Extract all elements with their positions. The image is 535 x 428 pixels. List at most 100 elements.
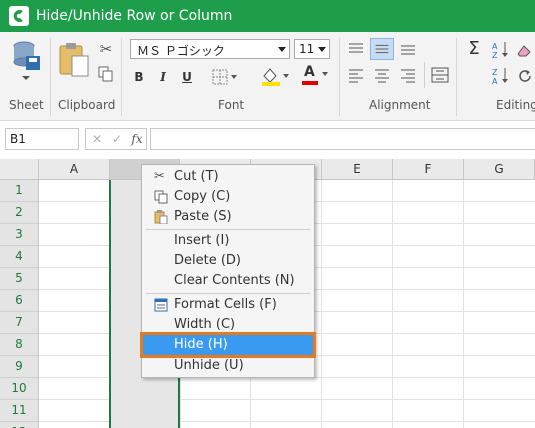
- row-header[interactable]: 7: [0, 312, 39, 334]
- formula-buttons: ✕ ✓ fx: [85, 128, 147, 150]
- align-center-icon[interactable]: [372, 66, 392, 84]
- menu-item-label: Delete (D): [174, 253, 241, 268]
- divider: [424, 62, 425, 88]
- menu-separator: [146, 229, 310, 230]
- align-bottom-icon[interactable]: [398, 40, 418, 58]
- svg-text:Z: Z: [492, 51, 498, 60]
- chevron-down-icon: [318, 47, 326, 52]
- name-box[interactable]: B1: [5, 128, 79, 150]
- row-header[interactable]: 8: [0, 334, 39, 356]
- grid-line: [463, 180, 464, 428]
- row-header[interactable]: 9: [0, 356, 39, 378]
- fill-color-icon[interactable]: [260, 66, 290, 86]
- autosum-button[interactable]: Σ: [464, 38, 484, 60]
- column-header-f[interactable]: F: [393, 159, 464, 180]
- divider: [50, 38, 51, 116]
- cell-reference: B1: [10, 132, 26, 146]
- underline-button[interactable]: U: [176, 66, 198, 88]
- menu-item-unhide[interactable]: Unhide (U): [143, 356, 313, 376]
- column-header-a[interactable]: A: [39, 159, 110, 180]
- row-header[interactable]: 3: [0, 224, 39, 246]
- svg-text:A: A: [492, 77, 498, 86]
- menu-item-label: Clear Contents (N): [174, 273, 295, 288]
- align-right-icon[interactable]: [398, 66, 418, 84]
- menu-item-label: Copy (C): [174, 189, 231, 204]
- row-header[interactable]: 1: [0, 180, 39, 202]
- refresh-icon[interactable]: [517, 68, 533, 84]
- font-name-select[interactable]: ＭＳ Ｐゴシック: [130, 39, 290, 59]
- paste-icon[interactable]: [58, 42, 90, 78]
- menu-item-hide[interactable]: Hide (H): [140, 332, 316, 358]
- copy-icon[interactable]: [98, 66, 114, 82]
- svg-text:Z: Z: [492, 68, 498, 77]
- menu-item-paste[interactable]: Paste (S): [143, 207, 313, 227]
- font-color-swatch: [302, 81, 318, 85]
- font-name-value: ＭＳ Ｐゴシック: [137, 44, 225, 58]
- column-header-g[interactable]: G: [464, 159, 535, 180]
- align-middle-icon[interactable]: [370, 38, 394, 60]
- menu-item-width[interactable]: Width (C): [143, 315, 313, 335]
- column-header-e[interactable]: E: [322, 159, 393, 180]
- copy-icon: [154, 190, 168, 204]
- chevron-down-icon: [278, 47, 286, 52]
- font-size-value: 11: [299, 42, 315, 56]
- menu-item-delete[interactable]: Delete (D): [143, 251, 313, 271]
- menu-item-label: Hide (H): [174, 337, 228, 352]
- group-label-clipboard: Clipboard: [58, 98, 116, 112]
- align-top-icon[interactable]: [346, 40, 366, 58]
- function-icon[interactable]: fx: [127, 129, 147, 149]
- window-title: Hide/Unhide Row or Column: [36, 8, 233, 24]
- menu-separator: [146, 293, 310, 294]
- row-header[interactable]: 10: [0, 378, 39, 400]
- menu-item-label: Paste (S): [174, 209, 232, 224]
- svg-text:A: A: [492, 42, 498, 51]
- group-label-sheet: Sheet: [9, 98, 44, 112]
- row-header[interactable]: 6: [0, 290, 39, 312]
- menu-item-insert[interactable]: Insert (I): [143, 231, 313, 251]
- menu-item-clear-contents[interactable]: Clear Contents (N): [143, 271, 313, 291]
- wrap-text-icon[interactable]: [430, 66, 450, 84]
- menu-item-copy[interactable]: Copy (C): [143, 187, 313, 207]
- formula-input[interactable]: [150, 128, 535, 150]
- group-label-editing: Editing: [496, 98, 535, 112]
- sort-desc-icon[interactable]: Z A: [490, 66, 510, 86]
- sheet-icon[interactable]: [10, 40, 42, 82]
- row-header[interactable]: 2: [0, 202, 39, 224]
- font-color-button[interactable]: A: [300, 64, 330, 86]
- border-icon[interactable]: [212, 69, 238, 85]
- grid-line: [321, 180, 322, 428]
- row-header[interactable]: 12: [0, 422, 39, 428]
- menu-item-label: Unhide (U): [174, 358, 244, 373]
- confirm-icon[interactable]: ✓: [107, 129, 127, 149]
- menu-item-label: Width (C): [174, 317, 236, 332]
- cut-icon[interactable]: ✂: [97, 40, 115, 58]
- row-header[interactable]: 11: [0, 400, 39, 422]
- divider: [339, 38, 340, 116]
- sort-icon[interactable]: A Z: [490, 40, 510, 60]
- menu-item-label: Cut (T): [174, 169, 219, 184]
- bold-button[interactable]: B: [128, 66, 150, 88]
- italic-button[interactable]: I: [152, 66, 174, 88]
- divider: [121, 38, 122, 116]
- grid-line: [392, 180, 393, 428]
- format-cells-icon: [154, 298, 168, 312]
- font-size-select[interactable]: 11: [294, 39, 330, 59]
- menu-item-format-cells[interactable]: Format Cells (F): [143, 295, 313, 315]
- select-all-corner[interactable]: [0, 159, 39, 180]
- title-bar: Hide/Unhide Row or Column: [0, 0, 535, 32]
- menu-item-label: Format Cells (F): [174, 297, 277, 312]
- clear-icon[interactable]: [516, 44, 532, 58]
- font-color-glyph: A: [304, 64, 315, 80]
- row-header[interactable]: 5: [0, 268, 39, 290]
- scissors-icon: ✂: [154, 169, 165, 184]
- cancel-icon[interactable]: ✕: [87, 129, 107, 149]
- menu-item-label: Insert (I): [174, 233, 230, 248]
- clipboard-icon: [154, 210, 168, 224]
- align-left-icon[interactable]: [346, 66, 366, 84]
- ribbon: Sheet ✂ Clipboard ＭＳ Ｐゴシック 11 B I U A Fo: [0, 32, 535, 121]
- group-label-alignment: Alignment: [369, 98, 431, 112]
- context-menu: ✂ Cut (T) Copy (C) Paste (S) Insert (I) …: [140, 164, 316, 378]
- app-logo-icon: [9, 6, 29, 26]
- menu-item-cut[interactable]: ✂ Cut (T): [143, 167, 313, 187]
- row-header[interactable]: 4: [0, 246, 39, 268]
